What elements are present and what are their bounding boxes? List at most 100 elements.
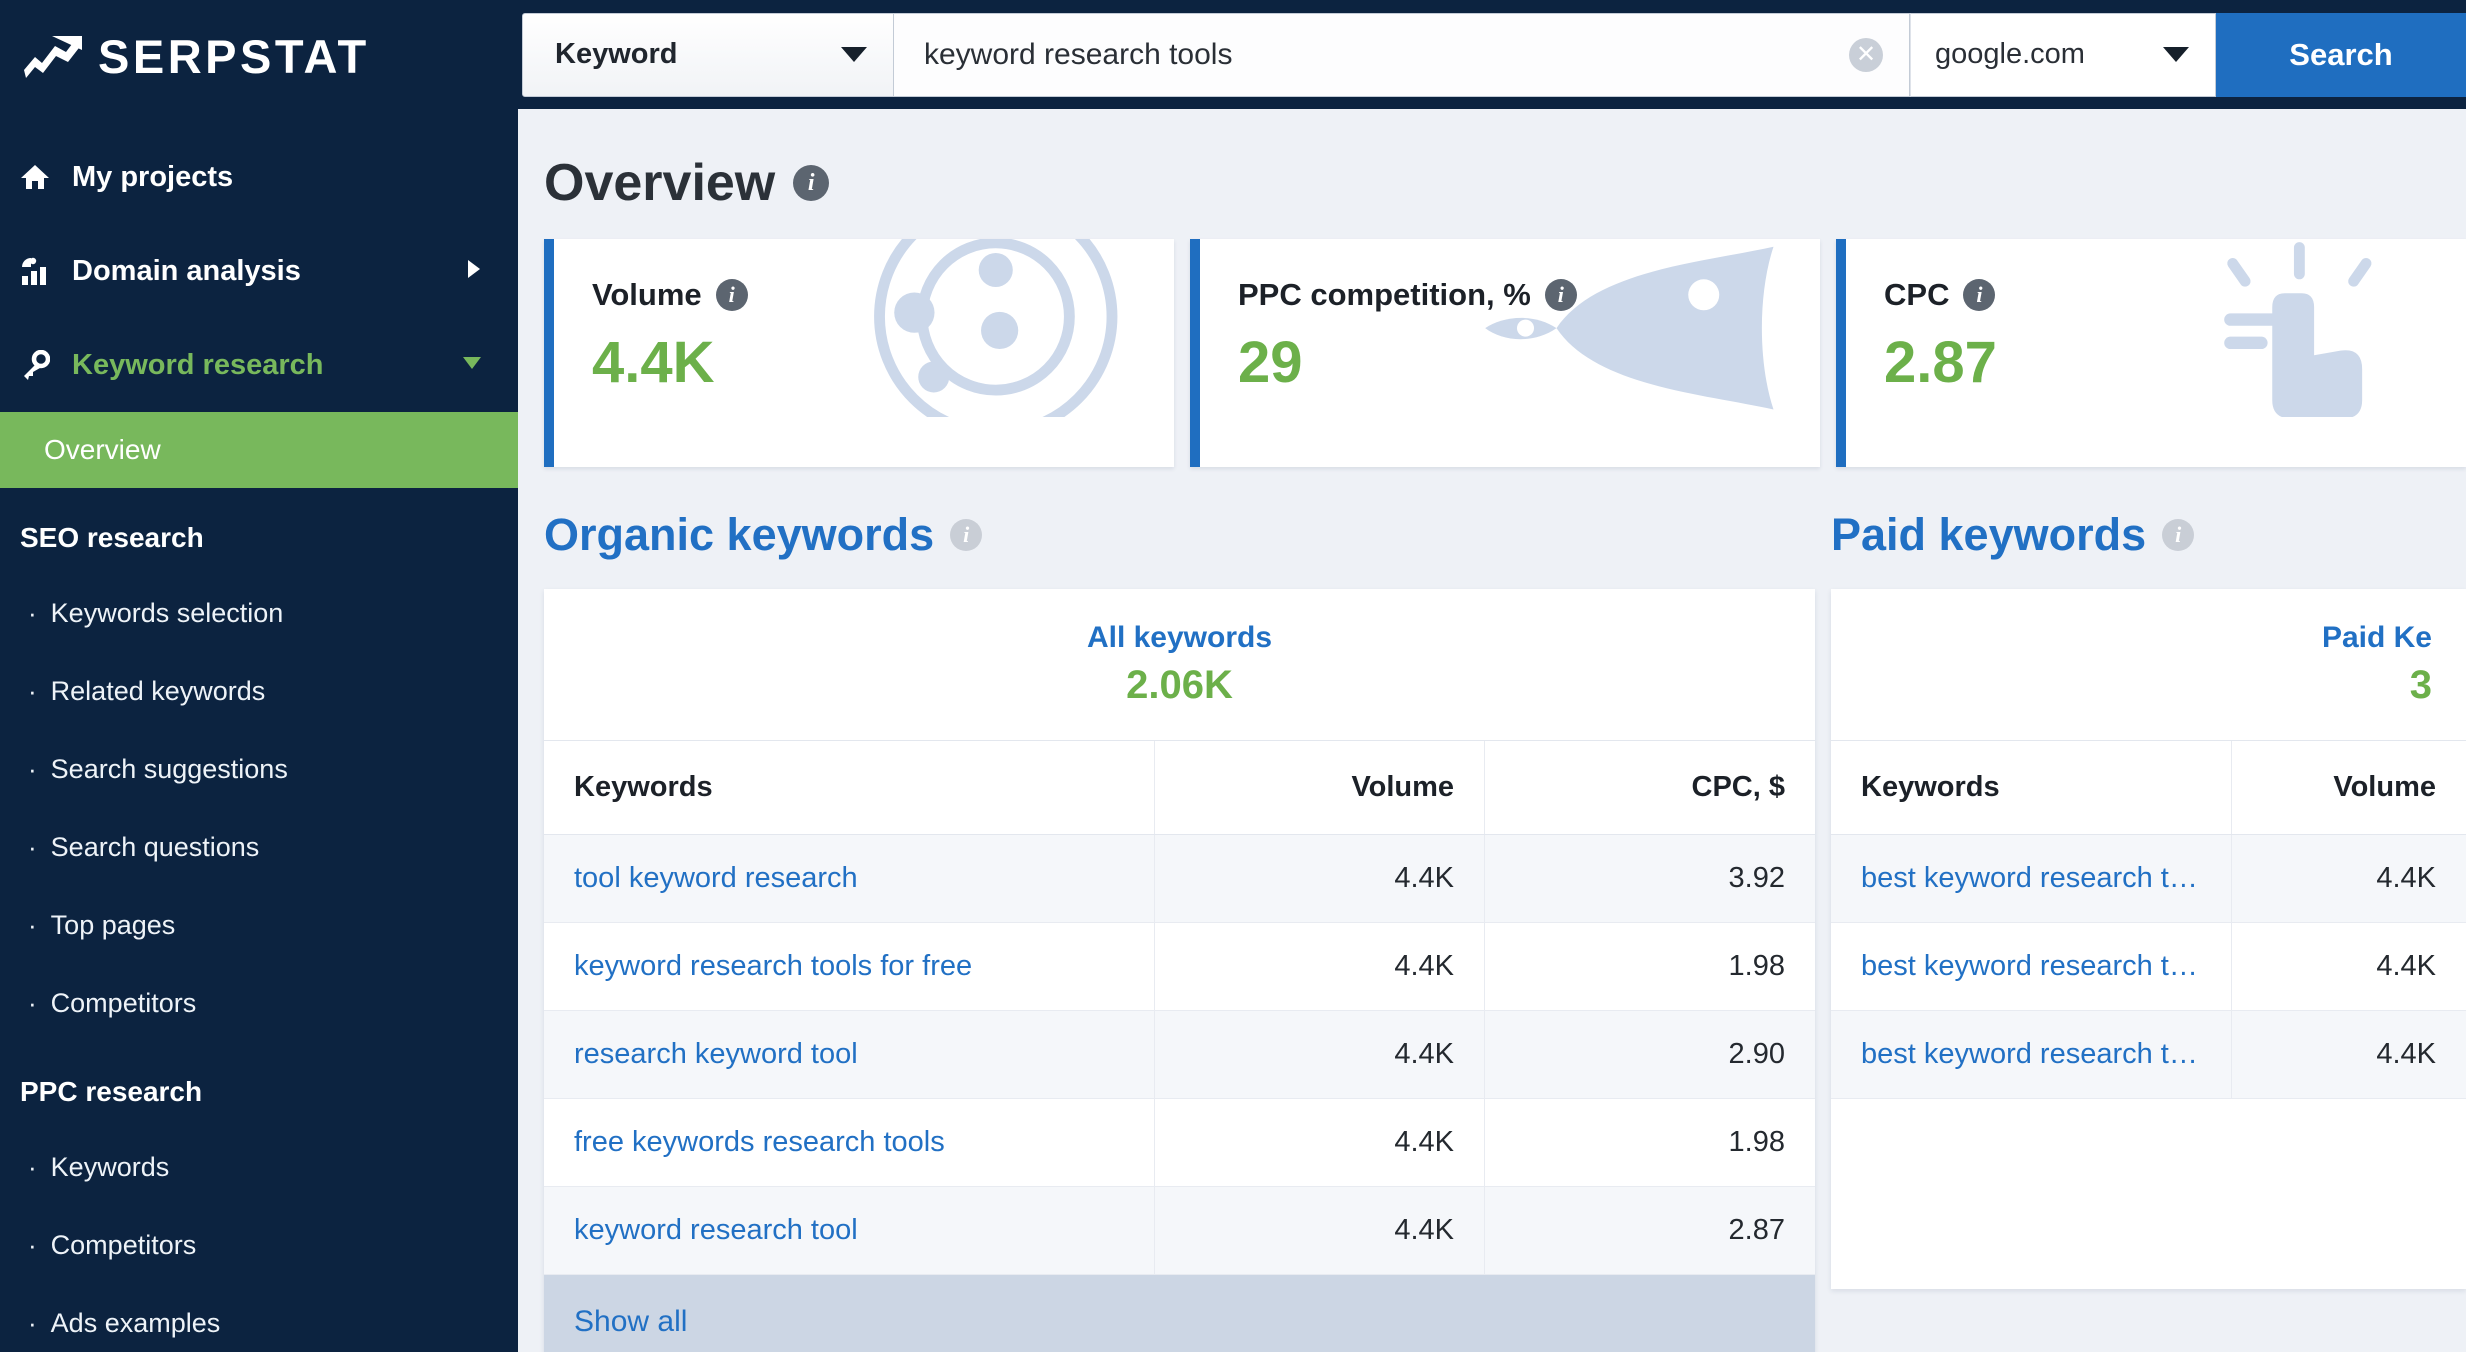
column-header-volume[interactable]: Volume: [2230, 741, 2466, 835]
info-icon[interactable]: i: [1544, 279, 1577, 311]
sidebar-item-ppc-competitors[interactable]: · Competitors: [0, 1206, 518, 1284]
cell-volume: 4.4K: [2230, 1010, 2466, 1099]
cell-cpc: 3.92: [1484, 834, 1815, 923]
sidebar-item-label: Search suggestions: [50, 753, 288, 784]
cell-keyword[interactable]: best keyword research tools: [1831, 1010, 2232, 1099]
top-search-bar: Keyword keyword research tools ✕ google.…: [518, 0, 2466, 109]
table-row[interactable]: free keywords research tools 4.4K 1.98: [544, 1098, 1815, 1187]
sidebar-item-top-pages[interactable]: · Top pages: [0, 886, 518, 964]
sidebar-item-keywords-selection[interactable]: · Keywords selection: [0, 574, 518, 652]
metric-card-cpc: CPC i 2.87: [1836, 239, 2466, 467]
info-icon[interactable]: i: [950, 519, 983, 551]
search-form: Keyword keyword research tools ✕ google.…: [522, 12, 2466, 97]
search-input-value: keyword research tools: [924, 37, 1233, 71]
metric-card-label-row: PPC competition, % i: [1200, 239, 1820, 313]
paid-keywords-table: Keywords Volume best keyword research to…: [1831, 741, 2466, 1099]
info-icon[interactable]: i: [715, 279, 748, 311]
cell-keyword[interactable]: keyword research tool: [544, 1186, 1155, 1275]
sidebar-item-search-questions[interactable]: · Search questions: [0, 808, 518, 886]
organic-keywords-title[interactable]: Organic keywords: [544, 509, 934, 561]
sidebar-item-label: Top pages: [50, 909, 176, 940]
organic-keywords-panel: All keywords 2.06K Keywords Volume CPC, …: [544, 589, 1815, 1352]
chevron-down-icon: [2163, 47, 2189, 62]
paid-keywords-link[interactable]: Paid Ke: [1831, 621, 2432, 655]
sidebar-item-label: Keyword research: [72, 348, 324, 381]
search-input[interactable]: keyword research tools ✕: [894, 12, 1910, 97]
paid-section-header: Paid keywords i: [1831, 509, 2466, 561]
sidebar-item-ppc-keywords[interactable]: · Keywords: [0, 1128, 518, 1206]
metric-label: PPC competition, %: [1238, 277, 1531, 312]
table-row[interactable]: keyword research tool 4.4K 2.87: [544, 1186, 1815, 1275]
table-row[interactable]: research keyword tool 4.4K 2.90: [544, 1010, 1815, 1099]
table-row[interactable]: best keyword research tools 4.4K: [1831, 1010, 2466, 1099]
column-header-cpc[interactable]: CPC, $: [1484, 741, 1815, 835]
organic-section-header: Organic keywords i: [544, 509, 1815, 561]
brand-logo[interactable]: SERPSTAT: [0, 0, 518, 112]
cell-volume: 4.4K: [1153, 1010, 1485, 1099]
search-button[interactable]: Search: [2216, 12, 2466, 97]
sidebar-item-label: Keywords: [50, 1151, 170, 1182]
sidebar-item-seo-competitors[interactable]: · Competitors: [0, 964, 518, 1042]
sidebar-item-label: Related keywords: [50, 675, 266, 706]
chevron-right-icon[interactable]: [466, 259, 482, 284]
table-header-row: Keywords Volume: [1831, 741, 2466, 835]
paid-keywords-section: Paid keywords i Paid Ke 3 Keywords Volum…: [1831, 509, 2466, 1352]
sidebar-item-related-keywords[interactable]: · Related keywords: [0, 652, 518, 730]
info-icon[interactable]: i: [1963, 279, 1996, 311]
sidebar-item-label: Competitors: [50, 1229, 197, 1260]
cell-keyword[interactable]: research keyword tool: [544, 1010, 1155, 1099]
sidebar-item-keyword-research[interactable]: Keyword research: [0, 318, 518, 412]
cell-volume: 4.4K: [1153, 1098, 1485, 1187]
table-row[interactable]: best keyword research tools 4.4K: [1831, 834, 2466, 923]
app-window: SERPSTAT My projects Domain analysis Key…: [0, 0, 2466, 1352]
info-icon[interactable]: i: [793, 165, 830, 201]
paid-keywords-title[interactable]: Paid keywords: [1831, 509, 2146, 561]
table-row[interactable]: keyword research tools for free 4.4K 1.9…: [544, 922, 1815, 1011]
chevron-down-icon[interactable]: [462, 355, 482, 376]
info-icon[interactable]: i: [2162, 519, 2195, 551]
sidebar-item-label: Domain analysis: [72, 254, 301, 287]
sidebar-item-label: Keywords selection: [50, 597, 284, 628]
column-header-keywords[interactable]: Keywords: [1831, 741, 2232, 835]
organic-keywords-table: Keywords Volume CPC, $ tool keyword rese…: [544, 741, 1815, 1275]
cell-cpc: 1.98: [1484, 1098, 1815, 1187]
sidebar-item-label: Search questions: [50, 831, 260, 862]
key-icon: [20, 350, 72, 380]
sidebar-item-label: Ads examples: [50, 1307, 221, 1338]
sidebar-item-ads-examples[interactable]: · Ads examples: [0, 1284, 518, 1352]
show-all-link[interactable]: Show all: [544, 1275, 1815, 1352]
cell-keyword[interactable]: free keywords research tools: [544, 1098, 1155, 1187]
main-area: Keyword keyword research tools ✕ google.…: [518, 0, 2466, 1352]
brand-name: SERPSTAT: [98, 29, 370, 83]
sidebar-item-search-suggestions[interactable]: · Search suggestions: [0, 730, 518, 808]
table-row[interactable]: best keyword research tools 4.4K: [1831, 922, 2466, 1011]
column-header-keywords[interactable]: Keywords: [544, 741, 1155, 835]
search-region-select[interactable]: google.com: [1910, 12, 2216, 97]
metric-card-ppc-competition: PPC competition, % i 29: [1190, 239, 1820, 467]
cell-keyword[interactable]: best keyword research tools: [1831, 834, 2232, 923]
metric-card-volume: Volume i 4.4K: [544, 239, 1174, 467]
all-keywords-link[interactable]: All keywords: [544, 621, 1815, 655]
cell-cpc: 2.90: [1484, 1010, 1815, 1099]
cell-keyword[interactable]: keyword research tools for free: [544, 922, 1155, 1011]
sidebar-item-my-projects[interactable]: My projects: [0, 130, 518, 224]
metric-card-label-row: CPC i: [1846, 239, 2466, 313]
sidebar-item-overview[interactable]: Overview: [0, 412, 518, 488]
paid-keywords-panel: Paid Ke 3 Keywords Volume best keyword r…: [1831, 589, 2466, 1289]
column-header-volume[interactable]: Volume: [1153, 741, 1485, 835]
sidebar-item-label: My projects: [72, 160, 234, 193]
bullet-icon: ·: [28, 1308, 37, 1338]
sidebar-item-domain-analysis[interactable]: Domain analysis: [0, 224, 518, 318]
search-type-select[interactable]: Keyword: [522, 12, 894, 97]
table-row[interactable]: tool keyword research 4.4K 3.92: [544, 834, 1815, 923]
all-keywords-value: 2.06K: [1126, 663, 1233, 707]
bullet-icon: ·: [28, 676, 37, 706]
metric-label: CPC: [1884, 277, 1950, 312]
sidebar-group-seo-research: SEO research: [20, 522, 204, 553]
close-circle-icon[interactable]: ✕: [1849, 37, 1883, 72]
sidebar-nav: My projects Domain analysis Keyword rese…: [0, 112, 518, 1352]
cell-keyword[interactable]: tool keyword research: [544, 834, 1155, 923]
organic-panel-summary: All keywords 2.06K: [544, 589, 1815, 741]
cell-keyword[interactable]: best keyword research tools: [1831, 922, 2232, 1011]
bullet-icon: ·: [28, 1152, 37, 1182]
